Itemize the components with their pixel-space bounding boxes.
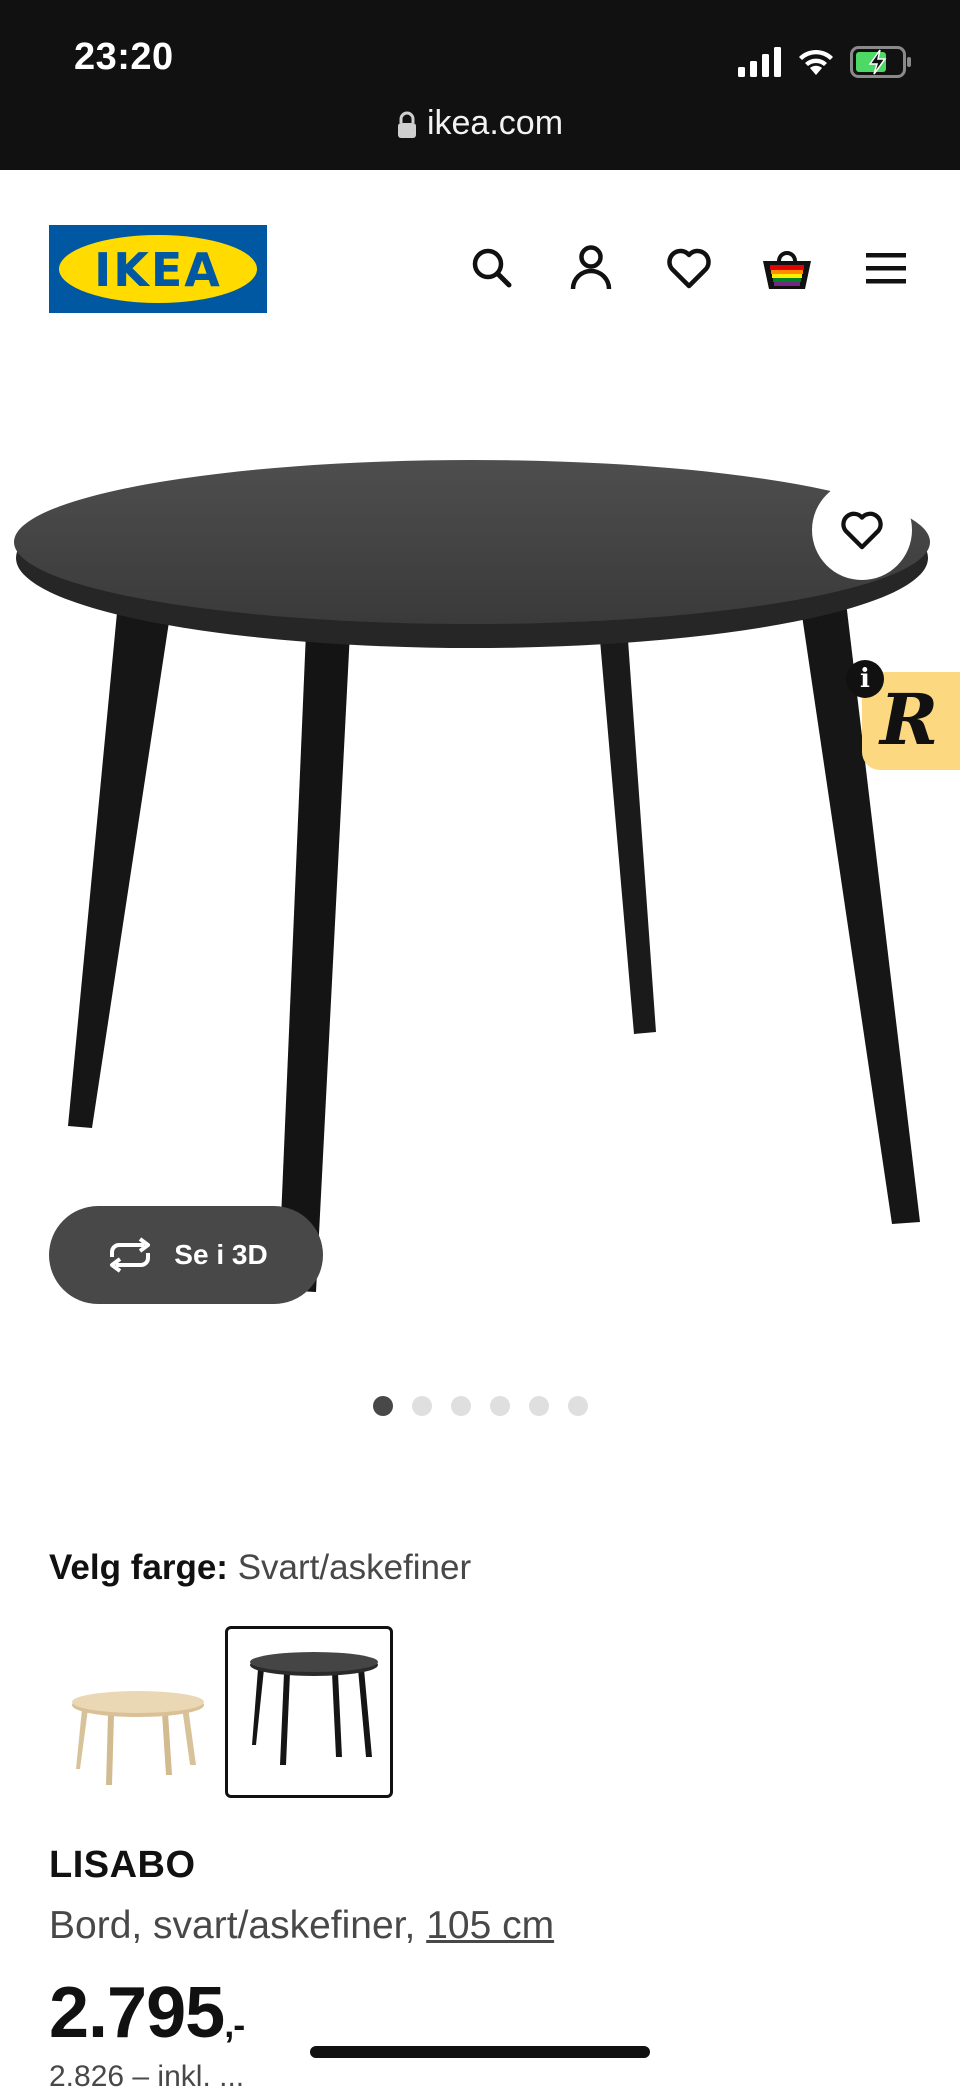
product-description-text: Bord, svart/askefiner,: [49, 1904, 416, 1947]
product-name: LISABO: [49, 1844, 196, 1886]
price-value: 2.795: [49, 1973, 225, 2053]
heart-icon[interactable]: [661, 240, 717, 296]
carousel-dot[interactable]: [567, 1396, 588, 1416]
info-icon[interactable]: i: [846, 660, 884, 698]
color-swatches: [49, 1626, 393, 1798]
carousel-dot[interactable]: [528, 1396, 549, 1416]
product-gallery[interactable]: R i Se i 3D: [0, 370, 960, 1390]
system-icons: [738, 40, 912, 84]
carousel-dot[interactable]: [411, 1396, 432, 1416]
view-3d-label: Se i 3D: [174, 1239, 268, 1270]
carousel-dot[interactable]: [489, 1396, 510, 1416]
heart-icon: [841, 511, 883, 550]
menu-icon[interactable]: [858, 240, 914, 296]
account-icon[interactable]: [563, 240, 619, 296]
view-3d-button[interactable]: Se i 3D: [49, 1206, 323, 1304]
logo-text: IKEA: [94, 243, 222, 297]
price-suffix: ,-: [224, 2004, 245, 2045]
lock-icon: [397, 111, 416, 139]
add-to-favorites-button[interactable]: [812, 480, 912, 580]
wifi-icon: [799, 49, 833, 75]
status-bar: 23:20 ikea.com: [0, 0, 960, 170]
ikea-logo[interactable]: IKEA: [49, 225, 267, 313]
badge-letter: R: [880, 678, 939, 761]
carousel-dot[interactable]: [372, 1396, 393, 1416]
swatch-black-ash-image: [250, 1652, 378, 1765]
battery-icon: [850, 46, 911, 78]
url-bar[interactable]: ikea.com: [0, 104, 960, 143]
carousel-dot[interactable]: [450, 1396, 471, 1416]
swatch-birch[interactable]: [49, 1626, 217, 1798]
price-note: 2.826 – inkl. ...: [49, 2060, 245, 2093]
search-icon[interactable]: [464, 240, 520, 296]
color-selector-label: Velg farge: Svart/askefiner: [49, 1548, 471, 1588]
swatch-black-ash[interactable]: [225, 1626, 393, 1798]
basket-icon[interactable]: [759, 240, 815, 296]
swatch-birch-image: [72, 1691, 204, 1785]
home-indicator[interactable]: [310, 2046, 650, 2058]
product-size-link[interactable]: 105 cm: [426, 1904, 554, 1947]
status-time: 23:20: [74, 36, 174, 78]
signal-icon: [738, 47, 781, 77]
carousel-dots: [0, 1396, 960, 1416]
product-price: 2.795,-: [49, 1972, 245, 2054]
site-header: IKEA: [0, 170, 960, 370]
rotate-icon: [110, 1237, 151, 1273]
url-text: ikea.com: [426, 104, 564, 142]
color-label-title: Velg farge:: [49, 1548, 228, 1587]
selected-color-value: Svart/askefiner: [237, 1548, 472, 1587]
product-description: Bord, svart/askefiner, 105 cm: [49, 1904, 554, 1948]
